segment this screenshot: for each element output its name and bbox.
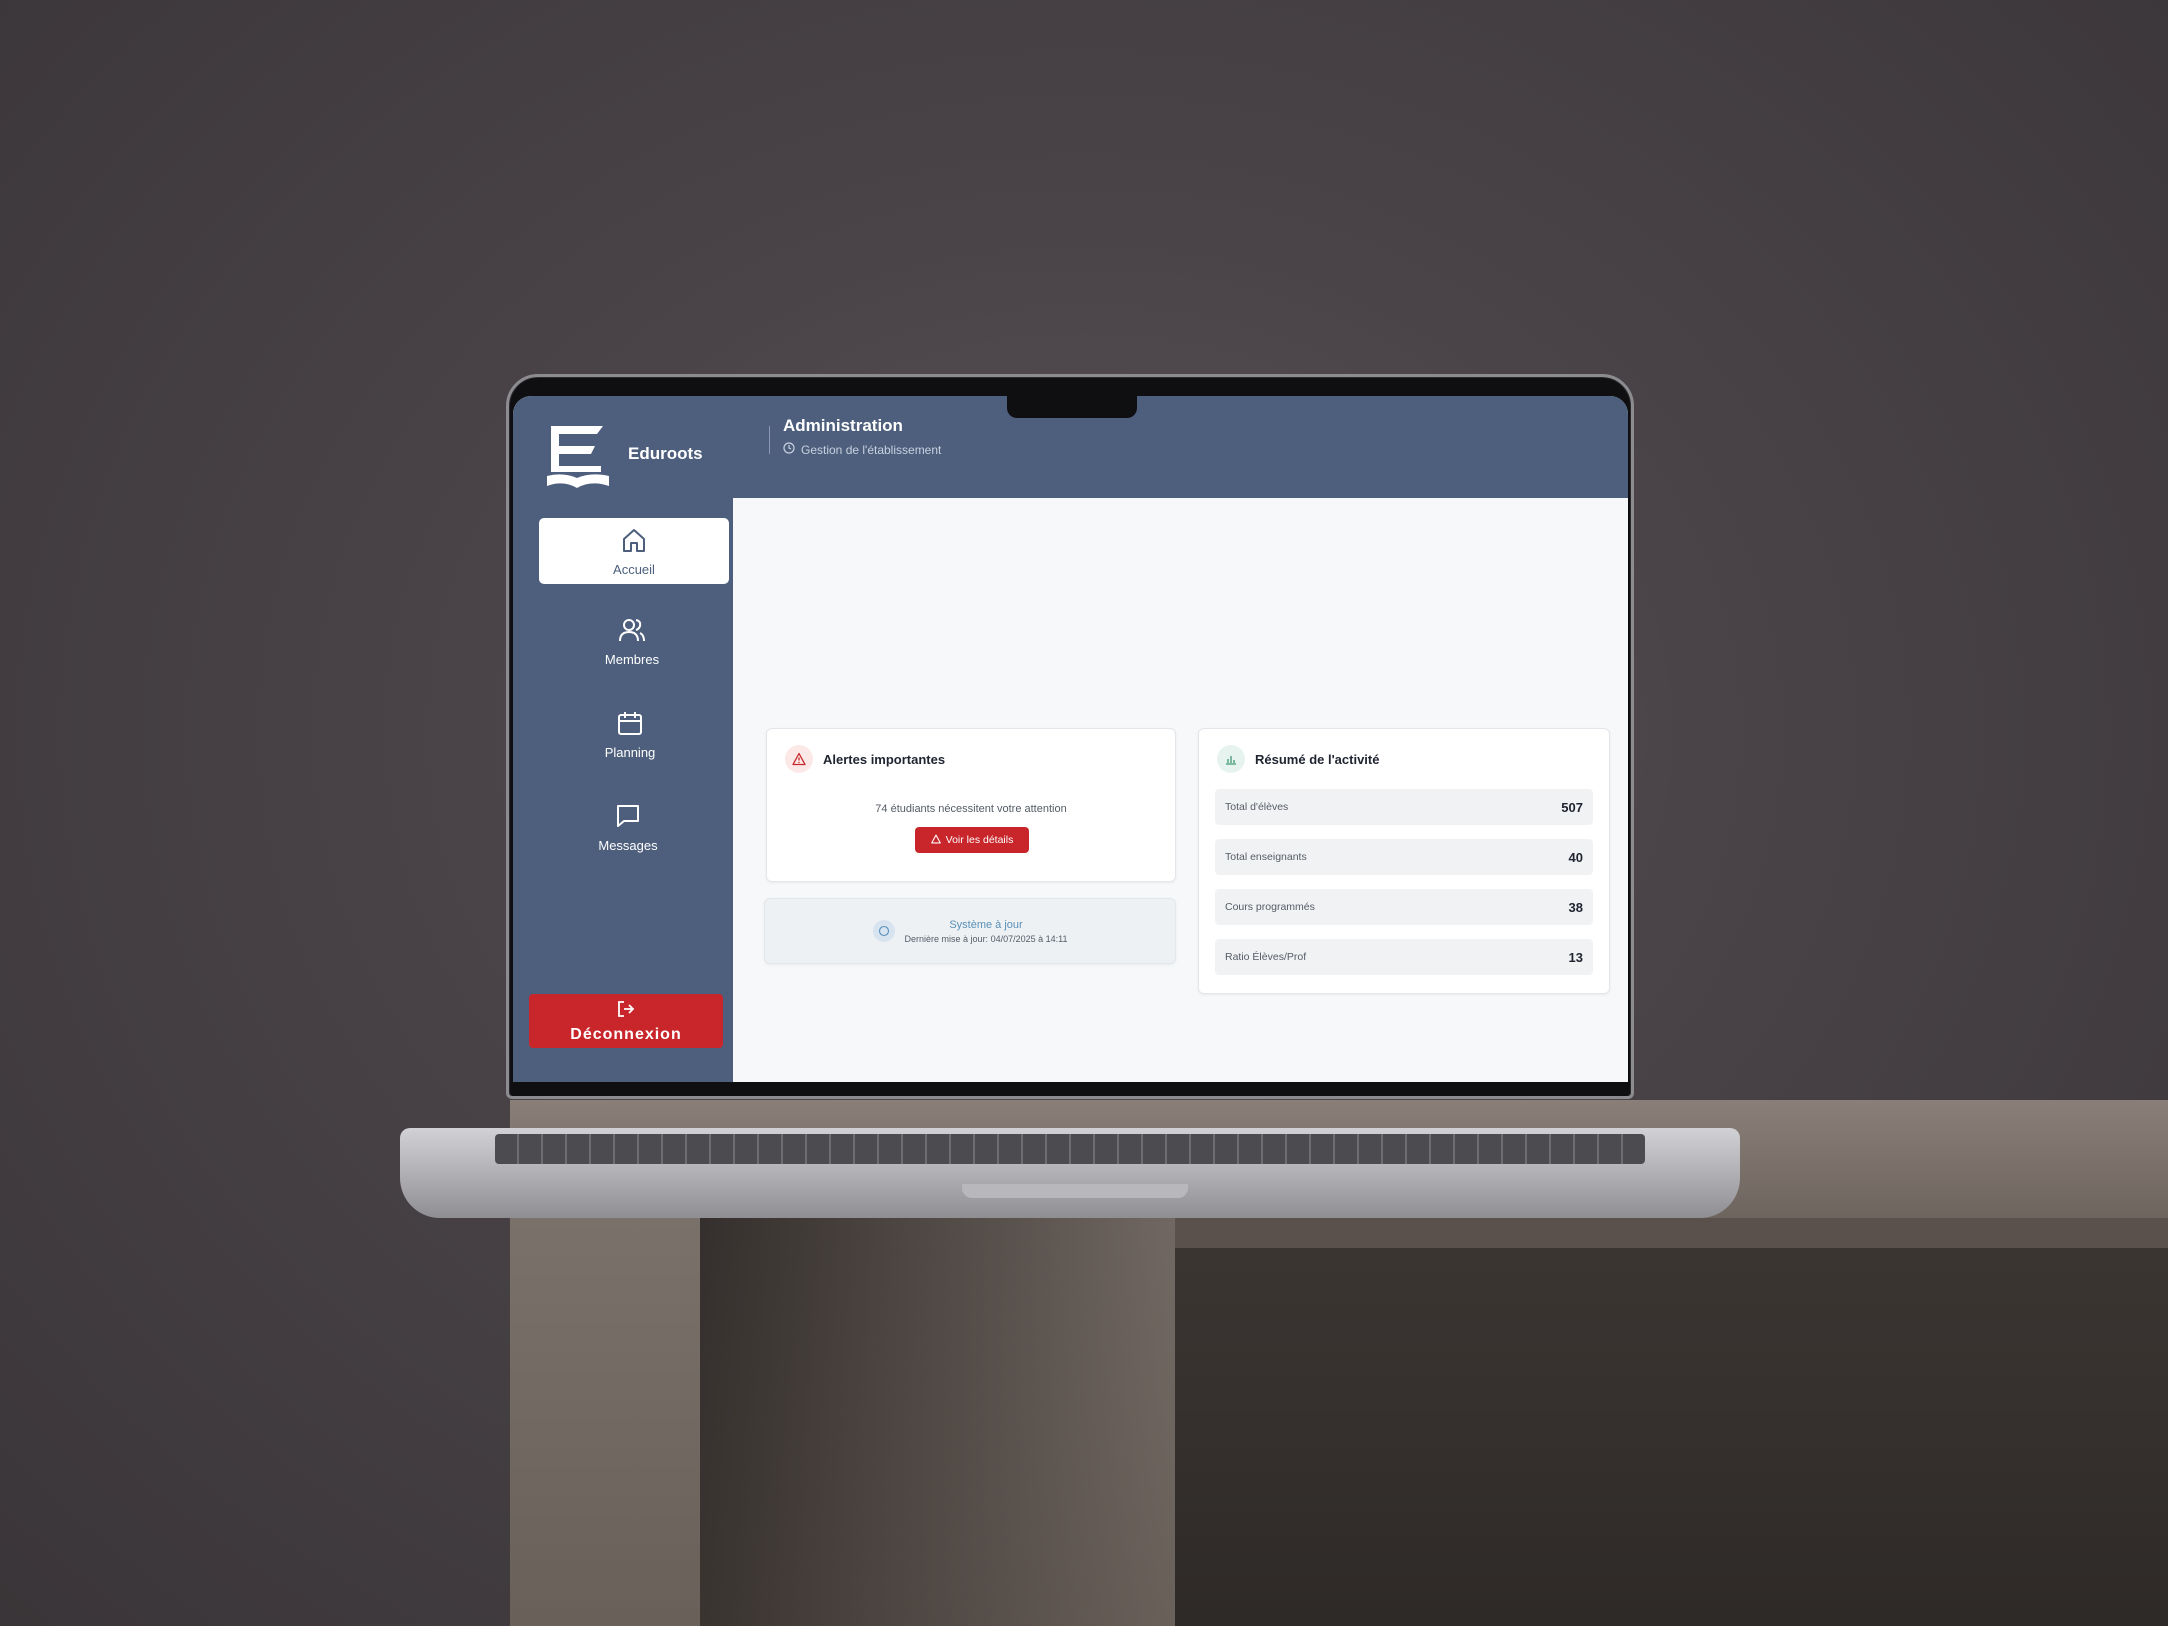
keyboard — [495, 1134, 1645, 1164]
sidebar-item-label: Messages — [598, 838, 658, 853]
eduroots-logo — [545, 420, 609, 492]
stat-label: Total enseignants — [1225, 851, 1307, 863]
stat-value: 13 — [1568, 949, 1583, 965]
sidebar-item-membres[interactable]: Membres — [537, 608, 727, 674]
stone-block-shadow-face — [1175, 1248, 2168, 1626]
sidebar-item-label: Accueil — [613, 562, 655, 577]
header-divider — [769, 426, 770, 454]
view-details-label: Voir les détails — [945, 834, 1014, 846]
alerts-message: 74 étudiants nécessitent votre attention — [875, 803, 1067, 815]
page-subtitle: Gestion de l'établissement — [783, 442, 941, 457]
sidebar-item-accueil[interactable]: Accueil — [539, 518, 729, 584]
warning-icon — [785, 745, 813, 773]
info-icon — [872, 920, 895, 942]
stat-value: 38 — [1568, 899, 1583, 915]
activity-title: Résumé de l'activité — [1255, 751, 1380, 767]
sidebar-item-planning[interactable]: Planning — [535, 701, 725, 767]
alerts-card-header: Alertes importantes — [785, 745, 945, 773]
sidebar-item-messages[interactable]: Messages — [533, 794, 723, 860]
activity-summary-card: Résumé de l'activité Total d'élèves 507 … — [1198, 728, 1610, 994]
stat-row-ratio: Ratio Élèves/Prof 13 — [1215, 939, 1593, 975]
last-update-text: Dernière mise à jour: 04/07/2025 à 14:11 — [904, 933, 1068, 944]
sidebar: Accueil Membres Planning Messages Déconn… — [513, 498, 733, 1082]
sidebar-item-label: Planning — [604, 745, 656, 760]
stat-row-total-eleves: Total d'élèves 507 — [1215, 789, 1593, 825]
laptop-shadow — [700, 1218, 1175, 1626]
stat-label: Total d'élèves — [1225, 801, 1289, 813]
stat-row-cours-programmes: Cours programmés 38 — [1215, 889, 1593, 925]
warning-icon — [930, 834, 941, 847]
camera-notch — [1007, 396, 1137, 418]
stat-value: 507 — [1561, 799, 1583, 815]
sidebar-item-label: Membres — [604, 652, 660, 667]
bar-chart-icon — [1217, 745, 1245, 773]
subtitle-text: Gestion de l'établissement — [801, 442, 942, 457]
system-status: Système à jour Dernière mise à jour: 04/… — [765, 899, 1175, 963]
main-content: Alertes importantes 74 étudiants nécessi… — [742, 498, 1628, 1082]
system-status-title: Système à jour — [949, 918, 1023, 931]
logout-label: Déconnexion — [570, 1025, 682, 1043]
home-icon — [619, 525, 649, 558]
system-status-text: Système à jour Dernière mise à jour: 04/… — [905, 919, 1068, 944]
logout-icon — [616, 999, 636, 1024]
alerts-title: Alertes importantes — [823, 751, 946, 767]
brand-name: Eduroots — [628, 444, 703, 463]
activity-card-header: Résumé de l'activité — [1217, 745, 1379, 773]
stat-row-total-enseignants: Total enseignants 40 — [1215, 839, 1593, 875]
users-icon — [617, 615, 647, 648]
laptop-lip — [962, 1184, 1188, 1198]
clock-icon — [783, 442, 795, 457]
app-screen: Eduroots Administration Gestion de l'éta… — [513, 396, 1628, 1082]
stone-block-edge — [1175, 1218, 2168, 1250]
calendar-icon — [615, 708, 645, 741]
system-status-card: Système à jour Dernière mise à jour: 04/… — [764, 898, 1176, 964]
stat-label: Cours programmés — [1225, 901, 1315, 913]
message-icon — [613, 801, 643, 834]
view-details-button[interactable]: Voir les détails — [915, 827, 1029, 853]
logout-button[interactable]: Déconnexion — [529, 994, 723, 1048]
alerts-card: Alertes importantes 74 étudiants nécessi… — [766, 728, 1176, 882]
stat-value: 40 — [1568, 849, 1583, 865]
stat-label: Ratio Élèves/Prof — [1225, 951, 1307, 963]
page-title: Administration — [783, 416, 903, 435]
